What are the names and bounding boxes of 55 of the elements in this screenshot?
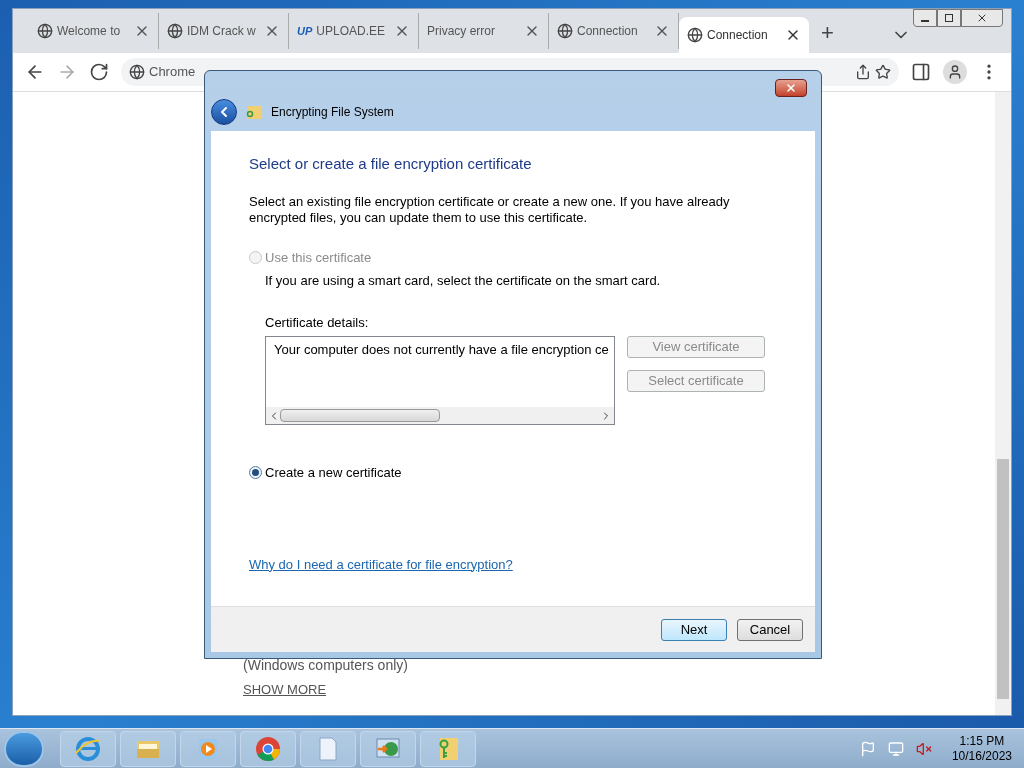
close-icon (976, 12, 988, 24)
globe-icon (129, 64, 145, 80)
site-logo: UP (297, 23, 313, 39)
radio-button[interactable] (249, 466, 262, 480)
scrollbar[interactable] (995, 92, 1011, 715)
taskbar-button[interactable] (240, 730, 296, 767)
restore-button[interactable] (937, 9, 961, 27)
details-box[interactable]: Your computer does not currently have a file encryption ce (265, 336, 615, 425)
bookmark-star-icon[interactable] (875, 64, 891, 80)
reload-icon[interactable] (89, 62, 109, 82)
taskbar-button[interactable] (360, 730, 416, 767)
show-more-link[interactable]: SHOW MORE (243, 679, 995, 699)
start-button[interactable] (4, 730, 44, 767)
browser-tab[interactable]: UP UPLOAD.EE (289, 13, 419, 49)
option-hint: If you are using a smart card, select the certificate on the smart card. (265, 272, 662, 290)
radio-label: Create a new certificate (265, 464, 402, 482)
globe-icon (687, 27, 703, 43)
tab-title: Welcome to (57, 23, 122, 40)
dialog-heading: Select or create a file encryption certificate (249, 154, 533, 174)
page-note: (Windows computers only) (243, 655, 409, 675)
details-label: Certificate details: (265, 314, 369, 330)
volume-muted-icon[interactable] (915, 740, 932, 757)
radio-label: Use this certificate (265, 248, 372, 267)
browser-tab[interactable]: Connection (679, 17, 809, 53)
profile-icon[interactable] (943, 60, 967, 84)
dialog-button[interactable]: Next (661, 618, 727, 641)
side-panel-icon[interactable] (911, 62, 931, 82)
tab-title: Connection (707, 27, 769, 44)
tab-title: Privacy error (427, 23, 496, 40)
chrome-icon (254, 734, 282, 763)
address-text: Chrome (149, 63, 196, 82)
clock-time: 1:15 PM (959, 733, 1005, 749)
tab-title: UPLOAD.EE (316, 23, 386, 40)
key-folder-icon (245, 103, 263, 121)
browser-tab[interactable]: IDM Crack w (159, 13, 289, 49)
close-button[interactable] (775, 79, 807, 97)
details-text: Your computer does not currently have a file encryption ce (274, 342, 609, 357)
browser-tab[interactable]: Welcome to (29, 13, 159, 49)
globe-icon (167, 23, 183, 39)
back-button[interactable] (211, 99, 237, 125)
globe-icon (37, 23, 53, 39)
close-icon (785, 82, 797, 94)
browser-e-icon (74, 734, 102, 763)
share-icon[interactable] (855, 64, 871, 80)
intro-text: Select an existing file encryption certificate or create a new one. If you have already encrypted files, you can update them to use this certificate. (249, 193, 731, 226)
new-tab-button[interactable]: + (809, 16, 846, 53)
minimize-button[interactable] (913, 9, 937, 27)
dialog-title: Encrypting File System (271, 104, 394, 121)
tab-title: IDM Crack w (187, 23, 257, 40)
tab-title: Connection (577, 23, 639, 40)
dialog-button[interactable]: Cancel (737, 618, 803, 641)
clock-date: 10/16/2023 (951, 748, 1012, 764)
help-link[interactable]: Why do I need a certificate for file encryption? (249, 554, 783, 574)
globe-icon (557, 23, 573, 39)
browser-tab[interactable]: Privacy error (419, 13, 549, 49)
